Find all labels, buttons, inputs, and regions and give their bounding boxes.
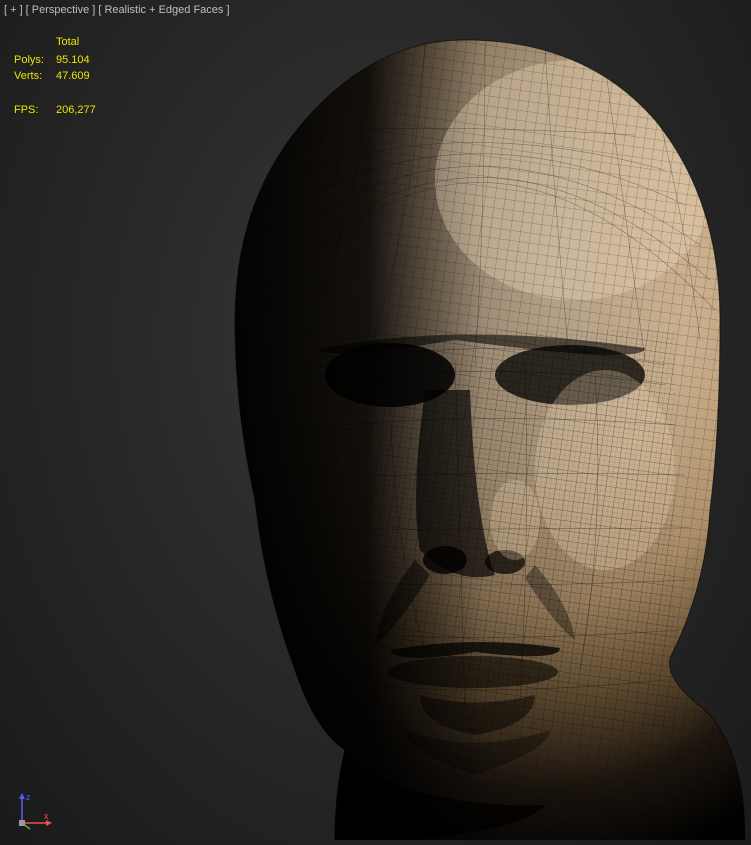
stats-fps-value: 206,277 <box>56 102 106 118</box>
axis-gizmo[interactable]: z x <box>14 791 54 831</box>
viewport-plus-menu[interactable]: [ + ] <box>4 4 23 16</box>
stats-total-header: Total <box>56 34 106 50</box>
axis-z-arrow-icon <box>19 793 25 799</box>
viewport-3d-area[interactable] <box>0 0 751 845</box>
stats-verts-label: Verts: <box>14 68 56 84</box>
axis-z-label: z <box>26 792 31 802</box>
stats-fps-label: FPS: <box>14 102 56 118</box>
axis-origin-icon <box>19 820 25 826</box>
viewport-statistics: Total Polys: 95.104 Verts: 47.609 FPS: 2… <box>14 34 106 118</box>
viewport-shading-menu[interactable]: [ Realistic + Edged Faces ] <box>98 4 229 16</box>
stats-polys-label: Polys: <box>14 52 56 68</box>
head-mesh-render <box>165 30 745 840</box>
stats-polys-value: 95.104 <box>56 52 106 68</box>
stats-verts-value: 47.609 <box>56 68 106 84</box>
viewport-view-menu[interactable]: [ Perspective ] <box>26 4 96 16</box>
axis-x-label: x <box>44 811 49 821</box>
viewport-label-bar: [ + ] [ Perspective ] [ Realistic + Edge… <box>4 4 230 16</box>
